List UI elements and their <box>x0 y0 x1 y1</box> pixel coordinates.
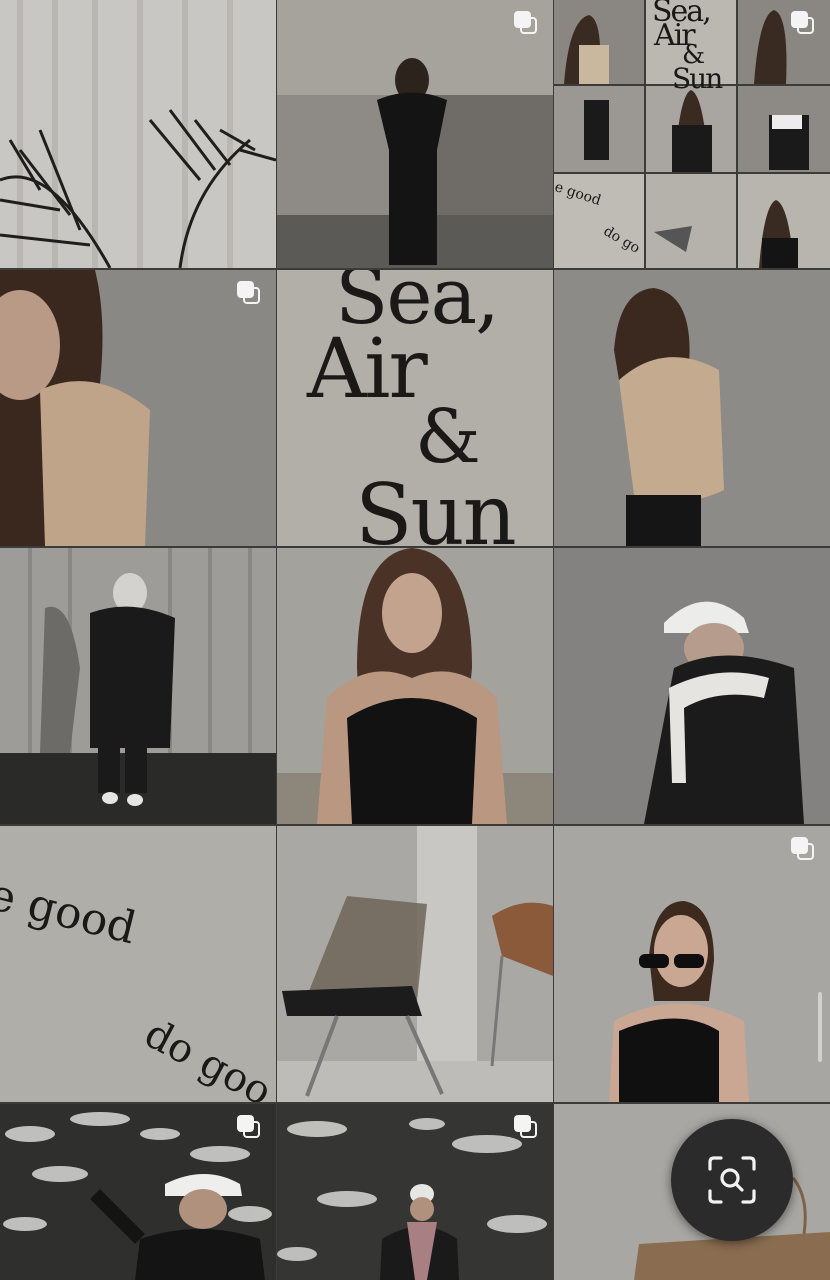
multiple-photos-icon <box>513 10 539 36</box>
grid-tile-beige-hoodie[interactable] <box>0 270 276 546</box>
photo-grid: Sea, Air & Sun e good do go Sea, Air & S… <box>0 0 830 1280</box>
photo-black-outfit <box>277 0 553 268</box>
poster-line2: Air <box>307 322 428 417</box>
photo-snow-portrait <box>0 1104 276 1280</box>
multiple-photos-icon <box>236 280 262 306</box>
photo-sunglasses <box>554 826 830 1102</box>
photo-black-top <box>277 548 553 824</box>
visual-search-icon <box>708 1156 756 1204</box>
mini-poster-line4: Sun <box>672 62 723 95</box>
multiple-photos-icon <box>513 1114 539 1140</box>
photo-white-cap <box>554 548 830 824</box>
grid-tile-black-outfit[interactable] <box>277 0 553 268</box>
photo-puffer <box>0 548 276 824</box>
grid-tile-puffer[interactable] <box>0 548 276 824</box>
grid-tile-poster[interactable]: Sea, Air & Sun <box>277 270 553 546</box>
grid-tile-white-cap[interactable] <box>554 548 830 824</box>
grid-tile-collage[interactable]: Sea, Air & Sun e good do go <box>554 0 830 268</box>
multiple-photos-icon <box>790 10 816 36</box>
grid-tile-sunglasses[interactable] <box>554 826 830 1102</box>
visual-search-button[interactable] <box>671 1119 793 1241</box>
grid-tile-chair[interactable] <box>277 826 553 1102</box>
photo-curtain-palm <box>0 0 276 268</box>
grid-tile-curtain-palm[interactable] <box>0 0 276 268</box>
multiple-photos-icon <box>236 1114 262 1140</box>
photo-snow-full <box>277 1104 553 1280</box>
multiple-photos-icon <box>790 836 816 862</box>
grid-tile-snow-full[interactable] <box>277 1104 553 1280</box>
grid-tile-arc-text[interactable]: e good do goo <box>0 826 276 1102</box>
grid-tile-snow-portrait[interactable] <box>0 1104 276 1280</box>
photo-chair <box>277 826 553 1102</box>
grid-tile-hoodie-side[interactable] <box>554 270 830 546</box>
grid-tile-black-top[interactable] <box>277 548 553 824</box>
photo-hoodie-side <box>554 270 830 546</box>
vertical-scrollbar[interactable] <box>818 992 822 1062</box>
photo-beige-hoodie <box>0 270 276 546</box>
poster-line4: Sun <box>355 466 517 546</box>
